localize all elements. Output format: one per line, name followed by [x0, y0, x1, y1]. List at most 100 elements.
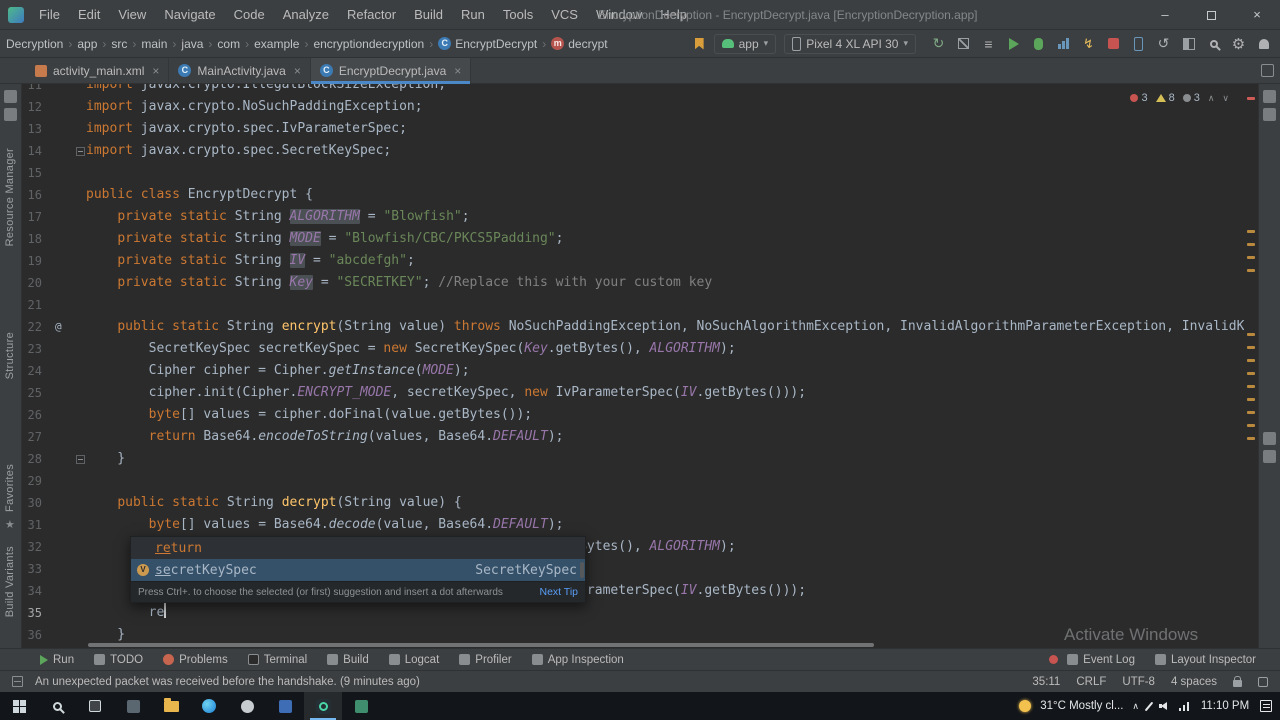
tab-mainactivity-java[interactable]: C MainActivity.java × [169, 58, 311, 83]
autocomplete-item-return[interactable]: return [131, 537, 585, 559]
code-line[interactable]: 20 private static String Key = "SECRETKE… [22, 272, 1244, 294]
reader-mode-icon[interactable] [1258, 676, 1268, 687]
toolwindow-icon[interactable] [4, 108, 17, 121]
debug-button[interactable] [1026, 32, 1051, 56]
taskbar-app-3[interactable] [266, 692, 304, 720]
editor-layout-icon[interactable] [1261, 64, 1274, 77]
weak-warning-count[interactable]: 3 [1182, 92, 1200, 104]
gutter[interactable] [42, 624, 86, 646]
code-line[interactable]: 14 import javax.crypto.spec.SecretKeySpec… [22, 140, 1244, 162]
warning-count[interactable]: 8 [1155, 92, 1175, 104]
menu-vcs[interactable]: VCS [542, 0, 587, 30]
stripe-mark[interactable] [1247, 269, 1255, 272]
task-view-button[interactable] [76, 692, 114, 720]
horizontal-scrollbar[interactable] [88, 643, 874, 647]
gutter[interactable] [42, 426, 86, 448]
gutter[interactable] [42, 118, 86, 140]
breadcrumb-item-decryption[interactable]: Decryption [4, 36, 65, 52]
status-message[interactable]: An unexpected packet was received before… [35, 676, 420, 688]
stripe-mark[interactable] [1247, 411, 1255, 414]
toolwindow-build-variants[interactable]: Build Variants [4, 546, 16, 617]
breadcrumb-item-main[interactable]: main [139, 36, 169, 52]
toolwindow-icon[interactable] [1263, 450, 1276, 463]
stripe-mark[interactable] [1247, 385, 1255, 388]
sync-gradle-button[interactable] [1151, 32, 1176, 56]
device-select[interactable]: Pixel 4 XL API 30 ▾ [784, 33, 916, 54]
breadcrumb-item-encryptiondecryption[interactable]: encryptiondecryption [311, 36, 426, 52]
gutter[interactable] [42, 536, 86, 558]
toolwindow-icon[interactable] [4, 90, 17, 103]
gutter[interactable] [42, 162, 86, 184]
toolwindow-button-event-log[interactable]: Event Log [1039, 654, 1145, 666]
menu-edit[interactable]: Edit [69, 0, 109, 30]
inspections-widget[interactable]: 3 8 3 ∧ ∨ [1125, 91, 1234, 105]
code-line[interactable]: 26 byte[] values = cipher.doFinal(value.… [22, 404, 1244, 426]
file-encoding[interactable]: UTF-8 [1122, 676, 1155, 688]
gutter[interactable] [42, 84, 86, 96]
stripe-mark[interactable] [1247, 230, 1255, 233]
code-line[interactable]: 30 public static String decrypt(String v… [22, 492, 1244, 514]
gutter[interactable] [42, 470, 86, 492]
stripe-mark[interactable] [1247, 359, 1255, 362]
gutter[interactable] [42, 580, 86, 602]
toolwindow-favorites[interactable]: Favorites [4, 464, 16, 512]
tab-close-icon[interactable]: × [294, 64, 301, 78]
toolwindow-button-logcat[interactable]: Logcat [379, 649, 450, 670]
gutter[interactable] [42, 448, 86, 470]
taskbar-app-4[interactable] [342, 692, 380, 720]
gutter[interactable] [42, 338, 86, 360]
gutter[interactable] [42, 382, 86, 404]
toolwindow-button-build[interactable]: Build [317, 649, 379, 670]
toolwindow-structure[interactable]: Structure [4, 332, 16, 379]
tray-expand-icon[interactable]: ∧ [1132, 701, 1139, 712]
next-problem-icon[interactable]: ∨ [1222, 93, 1229, 104]
menu-refactor[interactable]: Refactor [338, 0, 405, 30]
code-line[interactable]: 25 cipher.init(Cipher.ENCRYPT_MODE, secr… [22, 382, 1244, 404]
error-count[interactable]: 3 [1130, 92, 1148, 104]
breadcrumb-item-src[interactable]: src [109, 36, 129, 52]
stripe-mark[interactable] [1247, 437, 1255, 440]
taskbar-app-1[interactable] [114, 692, 152, 720]
favorites-star-icon[interactable]: ★ [5, 518, 15, 531]
clock[interactable]: 11:10 PM [1199, 700, 1251, 712]
apply-changes-button[interactable] [1076, 32, 1101, 56]
menu-tools[interactable]: Tools [494, 0, 542, 30]
layout-inspector-button[interactable] [1176, 32, 1201, 56]
code-line[interactable]: 29 [22, 470, 1244, 492]
device-manager-button[interactable] [1126, 32, 1151, 56]
stripe-mark[interactable] [1247, 256, 1255, 259]
tab-encryptdecrypt-java[interactable]: C EncryptDecrypt.java × [310, 58, 472, 84]
minimize-button[interactable]: – [1142, 0, 1188, 30]
gutter[interactable] [42, 250, 86, 272]
code-line[interactable]: 28 } [22, 448, 1244, 470]
gutter[interactable] [42, 360, 86, 382]
gutter[interactable] [42, 184, 86, 206]
code-line[interactable]: 19 private static String IV = "abcdefgh"… [22, 250, 1244, 272]
settings-button[interactable] [1226, 32, 1251, 56]
gutter[interactable] [42, 602, 86, 624]
breadcrumb-item-com[interactable]: com [215, 36, 242, 52]
gutter[interactable]: @ [42, 316, 86, 338]
gutter[interactable] [42, 404, 86, 426]
gutter[interactable] [42, 514, 86, 536]
menu-build[interactable]: Build [405, 0, 452, 30]
scrollbar-error-stripe[interactable] [1244, 84, 1258, 648]
toolwindow-resource-manager[interactable]: Resource Manager [4, 148, 16, 246]
file-explorer-button[interactable] [152, 692, 190, 720]
coverage-button[interactable] [951, 32, 976, 56]
breadcrumb-item-encryptdecrypt[interactable]: C EncryptDecrypt [436, 36, 539, 52]
breadcrumb-item-decrypt[interactable]: m decrypt [549, 36, 609, 52]
code-line[interactable]: 22 @ public static String encrypt(String … [22, 316, 1244, 338]
gutter[interactable] [42, 272, 86, 294]
stripe-mark[interactable] [1247, 333, 1255, 336]
menu-analyze[interactable]: Analyze [274, 0, 338, 30]
code-line[interactable]: 24 Cipher cipher = Cipher.getInstance(MO… [22, 360, 1244, 382]
stripe-mark[interactable] [1247, 372, 1255, 375]
code-line[interactable]: 23 SecretKeySpec secretKeySpec = new Sec… [22, 338, 1244, 360]
code-line[interactable]: 21 [22, 294, 1244, 316]
code-line[interactable]: 16 public class EncryptDecrypt { [22, 184, 1244, 206]
code-line[interactable]: 35 re [22, 602, 1244, 624]
popup-scrollbar[interactable] [580, 562, 584, 578]
code-line[interactable]: 12 import javax.crypto.NoSuchPaddingExcep… [22, 96, 1244, 118]
stripe-mark[interactable] [1247, 398, 1255, 401]
